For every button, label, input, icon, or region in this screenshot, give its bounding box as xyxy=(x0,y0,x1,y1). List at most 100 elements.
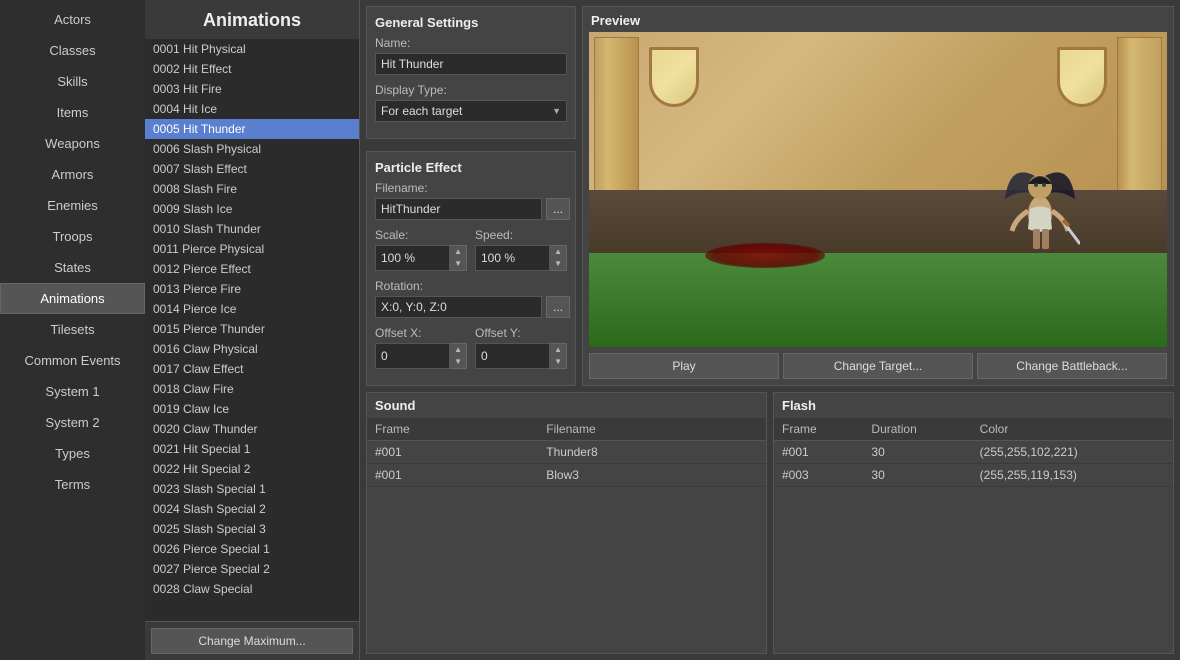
sidebar-item-states[interactable]: States xyxy=(0,252,145,283)
scene-grass xyxy=(589,253,1167,348)
speed-label: Speed: xyxy=(475,228,567,242)
list-item[interactable]: 0028 Claw Special xyxy=(145,579,359,599)
offset-x-label: Offset X: xyxy=(375,326,467,340)
left-panels: General Settings Name: Display Type: For… xyxy=(366,6,576,386)
change-battleback-button[interactable]: Change Battleback... xyxy=(977,353,1167,379)
table-row[interactable]: #001Blow3 xyxy=(367,464,766,487)
sidebar-item-common-events[interactable]: Common Events xyxy=(0,345,145,376)
list-item[interactable]: 0006 Slash Physical xyxy=(145,139,359,159)
list-item[interactable]: 0003 Hit Fire xyxy=(145,79,359,99)
change-max-button[interactable]: Change Maximum... xyxy=(151,628,353,654)
sidebar-item-animations[interactable]: Animations xyxy=(0,283,145,314)
list-item[interactable]: 0001 Hit Physical xyxy=(145,39,359,59)
sidebar-item-terms[interactable]: Terms xyxy=(0,469,145,500)
display-type-select[interactable]: For each targetFor the whole screen xyxy=(375,100,567,122)
list-item[interactable]: 0022 Hit Special 2 xyxy=(145,459,359,479)
list-item[interactable]: 0012 Pierce Effect xyxy=(145,259,359,279)
scale-input[interactable] xyxy=(375,245,450,271)
list-item[interactable]: 0004 Hit Ice xyxy=(145,99,359,119)
scale-spinner: ▲ ▼ xyxy=(375,245,467,271)
list-container[interactable]: 0001 Hit Physical0002 Hit Effect0003 Hit… xyxy=(145,39,359,621)
sidebar-item-enemies[interactable]: Enemies xyxy=(0,190,145,221)
sidebar-item-weapons[interactable]: Weapons xyxy=(0,128,145,159)
list-item[interactable]: 0018 Claw Fire xyxy=(145,379,359,399)
list-item[interactable]: 0009 Slash Ice xyxy=(145,199,359,219)
sidebar-item-system1[interactable]: System 1 xyxy=(0,376,145,407)
offset-x-input[interactable] xyxy=(375,343,450,369)
particle-effect-title: Particle Effect xyxy=(375,160,567,175)
list-item[interactable]: 0013 Pierce Fire xyxy=(145,279,359,299)
sound-row-filename: Blow3 xyxy=(538,464,766,487)
flash-table-head: Frame Duration Color xyxy=(774,418,1173,441)
filename-dots-button[interactable]: ... xyxy=(546,198,570,220)
offset-y-up[interactable]: ▲ xyxy=(550,344,566,356)
speed-down[interactable]: ▼ xyxy=(550,258,566,270)
table-row[interactable]: #00130(255,255,102,221) xyxy=(774,441,1173,464)
list-item[interactable]: 0019 Claw Ice xyxy=(145,399,359,419)
name-input[interactable] xyxy=(375,53,567,75)
list-item[interactable]: 0002 Hit Effect xyxy=(145,59,359,79)
sound-row-frame: #001 xyxy=(367,464,538,487)
table-row[interactable]: #001Thunder8 xyxy=(367,441,766,464)
change-target-button[interactable]: Change Target... xyxy=(783,353,973,379)
scale-col: Scale: ▲ ▼ xyxy=(375,228,467,271)
list-item[interactable]: 0017 Claw Effect xyxy=(145,359,359,379)
preview-panel: Preview xyxy=(582,6,1174,386)
offset-y-col: Offset Y: ▲ ▼ xyxy=(475,326,567,369)
preview-title: Preview xyxy=(583,7,1173,32)
speed-up[interactable]: ▲ xyxy=(550,246,566,258)
offset-y-input[interactable] xyxy=(475,343,550,369)
play-button[interactable]: Play xyxy=(589,353,779,379)
sound-table-container[interactable]: Frame Filename #001Thunder8#001Blow3 xyxy=(367,418,766,653)
list-item[interactable]: 0008 Slash Fire xyxy=(145,179,359,199)
list-item[interactable]: 0007 Slash Effect xyxy=(145,159,359,179)
sidebar-item-skills[interactable]: Skills xyxy=(0,66,145,97)
flash-row-duration: 30 xyxy=(863,441,971,464)
list-item[interactable]: 0023 Slash Special 1 xyxy=(145,479,359,499)
list-item[interactable]: 0014 Pierce Ice xyxy=(145,299,359,319)
main-area: Animations 0001 Hit Physical0002 Hit Eff… xyxy=(145,0,1180,660)
sidebar-item-tilesets[interactable]: Tilesets xyxy=(0,314,145,345)
scale-up[interactable]: ▲ xyxy=(450,246,466,258)
flash-table: Frame Duration Color #00130(255,255,102,… xyxy=(774,418,1173,487)
top-row: General Settings Name: Display Type: For… xyxy=(366,6,1174,386)
sidebar-item-items[interactable]: Items xyxy=(0,97,145,128)
list-item[interactable]: 0027 Pierce Special 2 xyxy=(145,559,359,579)
list-item[interactable]: 0025 Slash Special 3 xyxy=(145,519,359,539)
sidebar-item-system2[interactable]: System 2 xyxy=(0,407,145,438)
offset-x-down[interactable]: ▼ xyxy=(450,356,466,368)
list-item[interactable]: 0010 Slash Thunder xyxy=(145,219,359,239)
speed-arrows: ▲ ▼ xyxy=(550,245,567,271)
sidebar-item-classes[interactable]: Classes xyxy=(0,35,145,66)
speed-spinner: ▲ ▼ xyxy=(475,245,567,271)
flash-title: Flash xyxy=(774,393,1173,418)
flash-row-frame: #003 xyxy=(774,464,863,487)
list-item[interactable]: 0005 Hit Thunder xyxy=(145,119,359,139)
list-item[interactable]: 0015 Pierce Thunder xyxy=(145,319,359,339)
sidebar-item-armors[interactable]: Armors xyxy=(0,159,145,190)
table-row[interactable]: #00330(255,255,119,153) xyxy=(774,464,1173,487)
scale-down[interactable]: ▼ xyxy=(450,258,466,270)
rotation-dots-button[interactable]: ... xyxy=(546,296,570,318)
list-item[interactable]: 0011 Pierce Physical xyxy=(145,239,359,259)
flash-table-container[interactable]: Frame Duration Color #00130(255,255,102,… xyxy=(774,418,1173,653)
sidebar-item-troops[interactable]: Troops xyxy=(0,221,145,252)
offset-x-up[interactable]: ▲ xyxy=(450,344,466,356)
flash-row-frame: #001 xyxy=(774,441,863,464)
flash-row-color: (255,255,119,153) xyxy=(972,464,1173,487)
list-item[interactable]: 0024 Slash Special 2 xyxy=(145,499,359,519)
scene-character xyxy=(1000,149,1080,259)
list-item[interactable]: 0021 Hit Special 1 xyxy=(145,439,359,459)
list-item[interactable]: 0016 Claw Physical xyxy=(145,339,359,359)
sidebar-item-actors[interactable]: Actors xyxy=(0,4,145,35)
sidebar-item-types[interactable]: Types xyxy=(0,438,145,469)
speed-input[interactable] xyxy=(475,245,550,271)
list-item[interactable]: 0026 Pierce Special 1 xyxy=(145,539,359,559)
rotation-input[interactable] xyxy=(375,296,542,318)
preview-scene xyxy=(589,32,1167,347)
filename-input[interactable] xyxy=(375,198,542,220)
offset-y-arrows: ▲ ▼ xyxy=(550,343,567,369)
list-item[interactable]: 0020 Claw Thunder xyxy=(145,419,359,439)
offset-y-down[interactable]: ▼ xyxy=(550,356,566,368)
offset-x-spinner: ▲ ▼ xyxy=(375,343,467,369)
